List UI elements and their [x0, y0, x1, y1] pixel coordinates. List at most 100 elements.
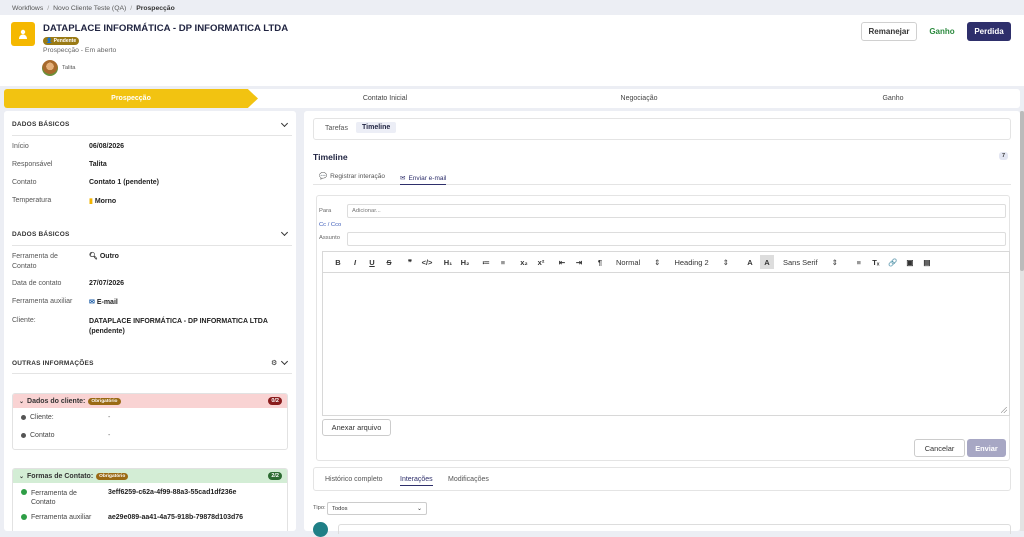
right-panel: Tarefas Timeline Timeline 7 💬 Registrar i…: [304, 111, 1020, 537]
chevron-down-icon[interactable]: [280, 357, 289, 366]
tipo-label: Tipo:: [313, 505, 326, 511]
chevron-down-icon[interactable]: [280, 228, 289, 237]
search-icon: 🔍︎: [89, 253, 98, 260]
field-label: Ferramenta auxiliar: [12, 298, 73, 305]
remanejar-button[interactable]: Remanejar: [861, 22, 917, 41]
breadcrumb-item[interactable]: Novo Cliente Teste (QA): [53, 5, 126, 12]
cancel-button[interactable]: Cancelar: [914, 439, 965, 457]
check-icon: [21, 514, 27, 520]
mail-icon: ✉: [89, 299, 95, 306]
video-icon[interactable]: ▤: [920, 255, 934, 269]
underline-icon[interactable]: U: [365, 255, 379, 269]
field-value: Talita: [89, 161, 107, 168]
divider: [12, 245, 292, 246]
send-button[interactable]: Enviar: [967, 439, 1006, 457]
field-label: Ferramenta de Contato: [12, 253, 58, 270]
rtl-icon[interactable]: ¶: [593, 255, 607, 269]
perdida-button[interactable]: Perdida: [967, 22, 1011, 41]
stage-prospeccao[interactable]: Prospecção: [4, 89, 258, 108]
scrollbar[interactable]: [1020, 111, 1024, 531]
tab-historico[interactable]: Histórico completo: [325, 476, 383, 483]
background-color-icon[interactable]: A: [759, 255, 774, 269]
chevron-down-icon: ⌄: [19, 473, 25, 480]
superscript-icon[interactable]: x²: [534, 255, 548, 269]
avatar[interactable]: [42, 60, 58, 76]
tab-timeline[interactable]: Timeline: [356, 122, 397, 133]
group-title: Dados do cliente:: [27, 397, 86, 405]
editor-area[interactable]: [322, 273, 1010, 416]
stage-negociacao[interactable]: Negociação: [512, 89, 766, 108]
list-item: Contato -: [13, 426, 287, 444]
tab-tarefas[interactable]: Tarefas: [325, 125, 348, 132]
count-badge: 0/2: [268, 397, 282, 405]
strike-icon[interactable]: S: [382, 255, 396, 269]
image-icon[interactable]: ▣: [903, 255, 917, 269]
bullet-icon: [21, 432, 26, 438]
settings-icon[interactable]: ⚙: [271, 359, 277, 367]
group-header[interactable]: ⌄ Dados do cliente: Obrigatório 0/2: [13, 394, 287, 408]
quote-icon[interactable]: ❞: [403, 255, 417, 269]
stage-ganho[interactable]: Ganho: [766, 89, 1020, 108]
count-badge: 7: [999, 152, 1009, 160]
subtab-bar: 💬 Registrar interação ✉ Enviar e-mail: [313, 169, 1011, 185]
bold-icon[interactable]: B: [331, 255, 345, 269]
heading-select[interactable]: Heading 2 ⇕: [674, 255, 729, 269]
cc-link[interactable]: Cc / Cco: [319, 222, 341, 228]
group-dados-cliente: ⌄ Dados do cliente: Obrigatório 0/2 Clie…: [12, 393, 288, 450]
para-input[interactable]: Adicionar...: [347, 204, 1006, 218]
list-item: Cliente: -: [13, 408, 287, 426]
divider: [12, 373, 292, 374]
updown-icon: ⇕: [831, 257, 838, 267]
group-title: Formas de Contato:: [27, 472, 94, 480]
group-formas-contato: ⌄ Formas de Contato: Obrigatório 2/2 Fer…: [12, 468, 288, 531]
user-name: Talita: [62, 65, 76, 71]
page-title: DATAPLACE INFORMÁTICA - DP INFORMATICA L…: [43, 23, 289, 34]
field-value: 🔍︎ Outro: [89, 253, 119, 260]
section-title: DADOS BÁSICOS: [12, 121, 70, 128]
tipo-select[interactable]: Todos ⌄: [327, 502, 427, 515]
field-value: ✉ E-mail: [89, 299, 118, 306]
font-color-icon[interactable]: A: [743, 255, 757, 269]
scrollbar-thumb[interactable]: [1020, 111, 1024, 271]
history-tab-bar: Histórico completo Interações Modificaçõ…: [313, 467, 1011, 491]
indent-icon[interactable]: ⇥: [572, 255, 586, 269]
field-value[interactable]: DATAPLACE INFORMÁTICA - DP INFORMATICA L…: [89, 317, 279, 337]
chevron-down-icon[interactable]: [280, 119, 289, 128]
breadcrumb-item[interactable]: Workflows: [12, 5, 43, 12]
tab-interacoes[interactable]: Interações: [400, 476, 433, 486]
chevron-down-icon: ⌄: [416, 506, 422, 512]
para-label: Para: [319, 208, 332, 214]
left-panel: DADOS BÁSICOS Início 06/08/2026 Responsá…: [4, 111, 296, 531]
code-icon[interactable]: </>: [420, 255, 434, 269]
stage-contato-inicial[interactable]: Contato Inicial: [258, 89, 512, 108]
subscript-icon[interactable]: x₂: [517, 255, 531, 269]
resize-handle[interactable]: [1001, 407, 1007, 413]
field-value: ▮ Morno: [89, 198, 117, 205]
outdent-icon[interactable]: ⇤: [555, 255, 569, 269]
anexar-button[interactable]: Anexar arquivo: [322, 419, 391, 436]
field-value[interactable]: Contato 1 (pendente): [89, 179, 159, 186]
tab-modificacoes[interactable]: Modificações: [448, 476, 489, 483]
h2-icon[interactable]: H₂: [458, 255, 472, 269]
link-icon[interactable]: 🔗: [886, 255, 900, 269]
subtitle: Prospecção - Em aberto: [43, 47, 117, 54]
h1-icon[interactable]: H₁: [441, 255, 455, 269]
group-header[interactable]: ⌄ Formas de Contato: Obrigatório 2/2: [13, 469, 287, 483]
clear-format-icon[interactable]: Tₓ: [869, 255, 883, 269]
timeline-title: Timeline: [313, 152, 348, 162]
required-badge: Obrigatório: [88, 397, 121, 405]
align-icon[interactable]: ≡: [852, 255, 866, 269]
font-select[interactable]: Sans Serif ⇕: [783, 255, 838, 269]
ganho-button[interactable]: Ganho: [923, 22, 961, 41]
thermometer-icon: ▮: [89, 198, 93, 205]
breadcrumb-separator: /: [47, 4, 50, 12]
assunto-input[interactable]: [347, 232, 1006, 246]
ordered-list-icon[interactable]: ≔: [479, 255, 493, 269]
italic-icon[interactable]: I: [348, 255, 362, 269]
tab-enviar-email[interactable]: ✉ Enviar e-mail: [400, 172, 447, 185]
tab-registrar-interacao[interactable]: 💬 Registrar interação: [319, 172, 385, 181]
bullet-list-icon[interactable]: ≡: [496, 255, 510, 269]
format-select[interactable]: Normal ⇕: [616, 255, 660, 269]
chat-icon: 💬: [319, 173, 328, 180]
section-title: DADOS BÁSICOS: [12, 231, 70, 238]
